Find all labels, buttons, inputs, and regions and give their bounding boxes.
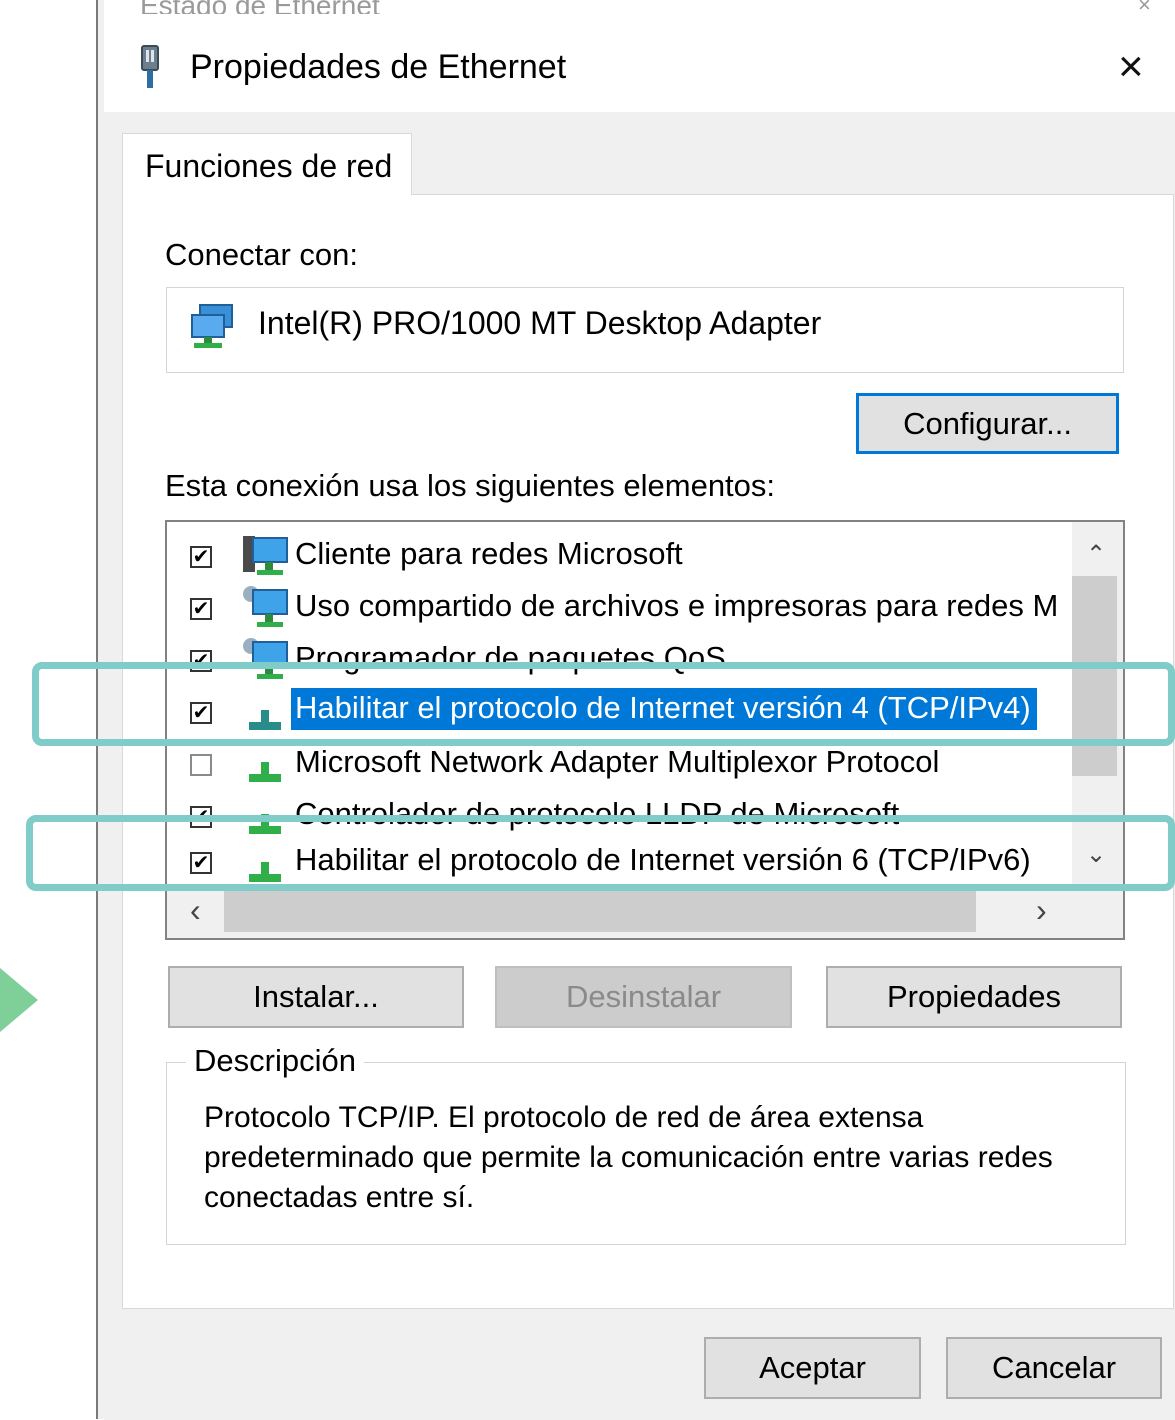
close-button[interactable]: × [1118, 42, 1144, 92]
scroll-left-icon[interactable]: ‹ [190, 892, 201, 929]
checkbox[interactable]: ✔ [190, 702, 212, 724]
list-item[interactable]: ✔ Controlador de protocolo LLDP de Micro… [167, 790, 1073, 842]
list-item-label: Programador de paquetes QoS [295, 640, 726, 675]
list-item[interactable]: Microsoft Network Adapter Multiplexor Pr… [167, 738, 1073, 790]
protocol-icon [249, 762, 281, 782]
tab-label: Funciones de red [145, 148, 393, 184]
configure-button[interactable]: Configurar... [856, 393, 1119, 454]
cancel-button[interactable]: Cancelar [946, 1337, 1162, 1399]
protocol-icon [249, 710, 281, 730]
adapter-name: Intel(R) PRO/1000 MT Desktop Adapter [258, 305, 822, 341]
list-item[interactable]: ✔ Uso compartido de archivos e impresora… [167, 582, 1073, 634]
checkbox[interactable]: ✔ [190, 650, 212, 672]
list-item[interactable]: ✔ Cliente para redes Microsoft [167, 530, 1073, 582]
list-item[interactable]: ✔ Habilitar el protocolo de Internet ver… [167, 838, 1073, 890]
scroll-up-icon[interactable]: ⌃ [1086, 540, 1106, 569]
list-item-label: Habilitar el protocolo de Internet versi… [291, 688, 1037, 730]
list-item-selected[interactable]: ✔ Habilitar el protocolo de Internet ver… [167, 686, 1073, 738]
list-item-label: Controlador de protocolo LLDP de Microso… [295, 796, 900, 831]
horizontal-scrollbar-thumb[interactable] [224, 890, 976, 932]
vertical-scrollbar-thumb[interactable] [1072, 576, 1117, 776]
background-window-close: × [1138, 0, 1151, 14]
components-list[interactable]: ✔ Cliente para redes Microsoft ✔ Uso com… [165, 520, 1125, 940]
background-window-title: Estado de Ethernet [140, 0, 380, 14]
ok-button[interactable]: Aceptar [704, 1337, 921, 1399]
list-item-label: Cliente para redes Microsoft [295, 536, 683, 571]
annotation-arrow-icon [0, 968, 38, 1032]
checkbox[interactable]: ✔ [190, 598, 212, 620]
description-text: Protocolo TCP/IP. El protocolo de red de… [204, 1101, 1053, 1214]
connect-with-label: Conectar con: [165, 237, 358, 272]
list-item-label: Habilitar el protocolo de Internet versi… [295, 842, 1031, 877]
checkbox[interactable]: ✔ [190, 546, 212, 568]
network-service-icon [243, 638, 288, 679]
checkbox[interactable] [190, 754, 212, 776]
ethernet-plug-icon [141, 45, 159, 88]
network-service-icon [243, 586, 288, 627]
checkbox[interactable]: ✔ [190, 806, 212, 828]
protocol-icon [249, 814, 281, 834]
background-window-edge [96, 0, 104, 1419]
checkbox[interactable]: ✔ [190, 852, 212, 874]
scroll-right-icon[interactable]: › [1036, 892, 1047, 929]
network-client-icon [243, 536, 288, 575]
dialog-title: Propiedades de Ethernet [190, 48, 567, 86]
network-adapter-icon [191, 304, 233, 348]
list-item-label: Microsoft Network Adapter Multiplexor Pr… [295, 744, 940, 779]
tab-networking[interactable]: Funciones de red [122, 133, 412, 195]
properties-button[interactable]: Propiedades [826, 966, 1122, 1028]
protocol-icon [249, 862, 281, 882]
list-item-label: Uso compartido de archivos e impresoras … [295, 588, 1059, 623]
list-item[interactable]: ✔ Programador de paquetes QoS [167, 634, 1073, 686]
scroll-down-icon[interactable]: ⌄ [1086, 840, 1106, 869]
install-button[interactable]: Instalar... [168, 966, 464, 1028]
description-legend: Descripción [186, 1043, 364, 1079]
elements-label: Esta conexión usa los siguientes element… [165, 468, 776, 503]
uninstall-button[interactable]: Desinstalar [495, 966, 792, 1028]
